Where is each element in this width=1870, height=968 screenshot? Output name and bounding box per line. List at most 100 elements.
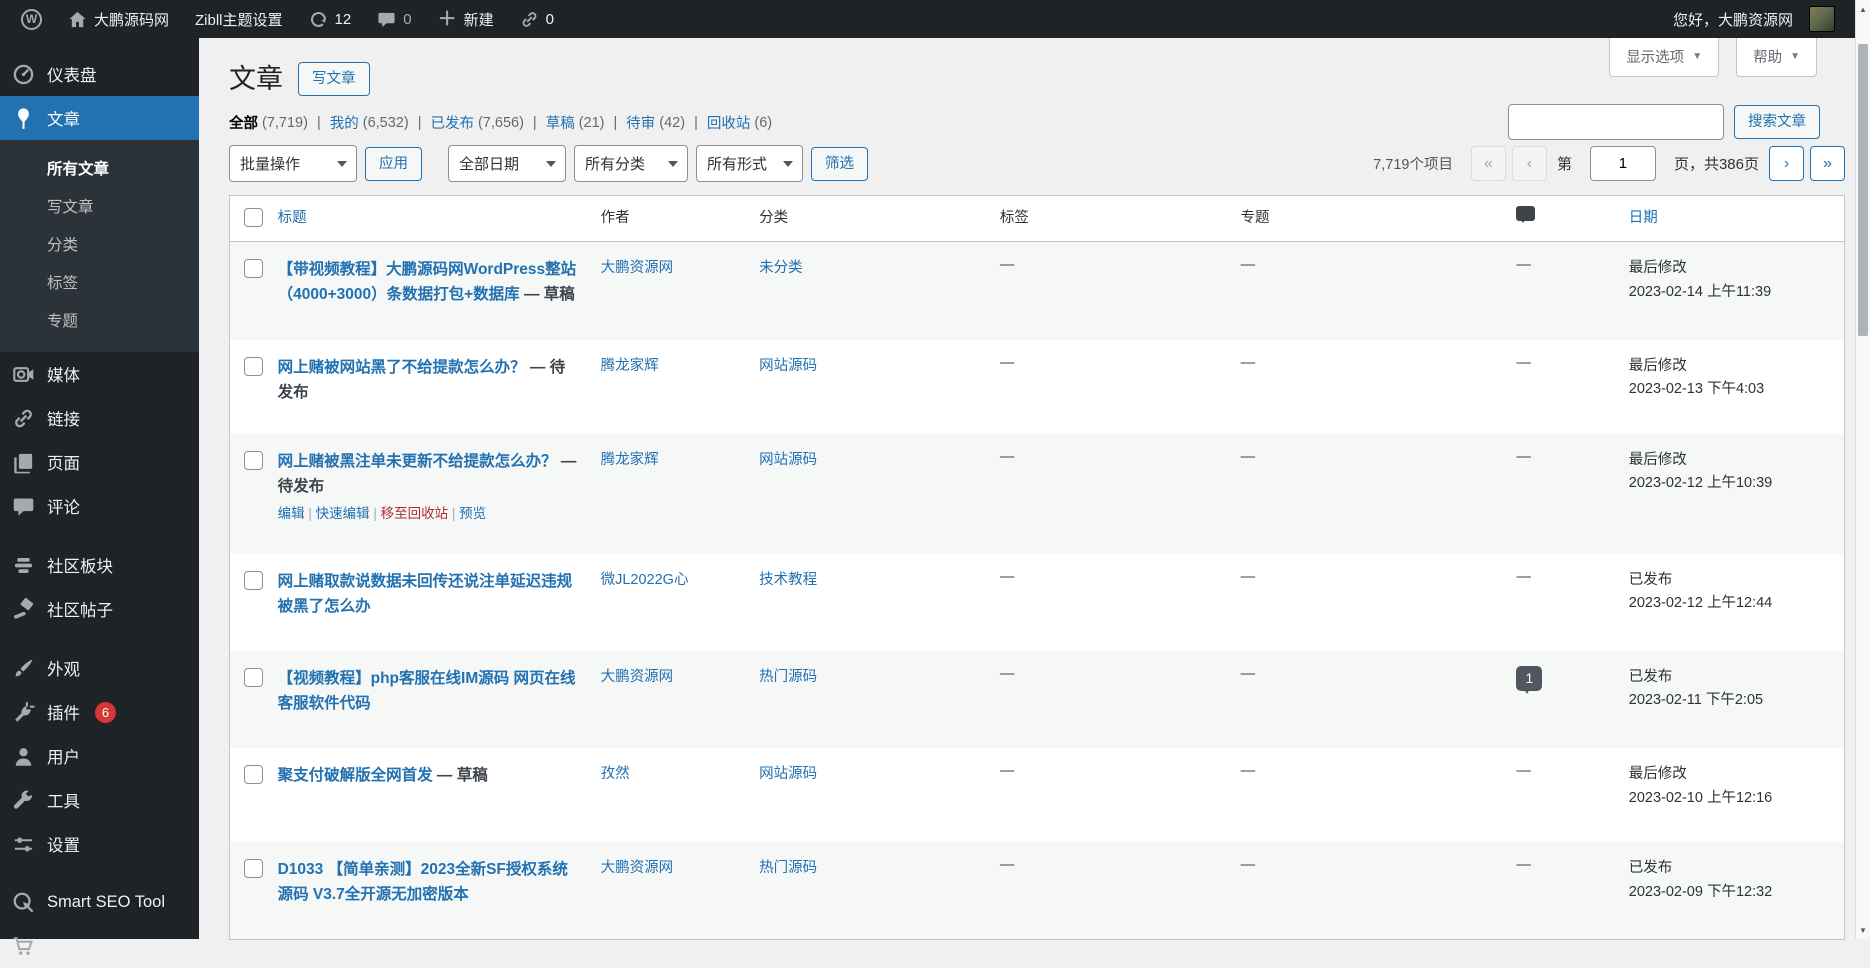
category-filter-select[interactable]: 所有分类 [574,145,688,182]
category-link[interactable]: 技术教程 [759,572,817,588]
add-new-post-button[interactable]: 写文章 [298,62,370,96]
search-posts-button[interactable]: 搜索文章 [1734,105,1820,139]
posts-table: 标题 作者 分类 标签 专题 日期 【带视频教程】大鹏源码网WordPress整… [229,195,1845,940]
view-已发布[interactable]: 已发布 [430,112,474,133]
settings-icon [12,833,35,856]
sidebar-item-页面[interactable]: 页面 [0,440,199,484]
author-link[interactable]: 微JL2022G心 [601,572,689,588]
submenu-item-所有文章[interactable]: 所有文章 [0,149,199,187]
format-filter-select[interactable]: 所有形式 [696,145,803,182]
wp-logo[interactable]: W [8,0,55,38]
filter-button[interactable]: 筛选 [811,147,868,181]
view-我的[interactable]: 我的 [330,112,359,133]
current-page-input[interactable] [1590,146,1656,181]
post-title-link[interactable]: 网上赌取款说数据未回传还说注单延迟违规被黑了怎么办 [278,573,573,615]
author-link[interactable]: 大鹏资源网 [601,669,674,685]
column-category: 分类 [749,196,990,242]
items-count: 7,719个项目 [1373,153,1453,174]
sidebar-item-文章[interactable]: 文章 [0,96,199,140]
links-menu[interactable]: 0 [507,0,567,38]
screen-options-toggle[interactable]: 显示选项 ▼ [1609,38,1719,77]
sidebar-item-用户[interactable]: 用户 [0,734,199,778]
submenu-item-写文章[interactable]: 写文章 [0,187,199,225]
topic-value: — [1241,257,1256,273]
row-action-快速编辑[interactable]: 快速编辑 [316,506,370,521]
topic-cell: — [1231,434,1507,554]
site-name-menu[interactable]: 大鹏源码网 [55,0,182,38]
author-cell: 大鹏资源网 [591,242,749,340]
author-link[interactable]: 大鹏资源网 [601,260,674,276]
prev-page-button[interactable]: ‹ [1512,146,1547,181]
row-action-预览[interactable]: 预览 [459,506,486,521]
sidebar-item-链接[interactable]: 链接 [0,396,199,440]
sidebar-item-Zibll商城[interactable]: Zibll商城 [0,924,199,968]
column-date[interactable]: 日期 [1619,196,1845,242]
row-checkbox[interactable] [244,859,263,878]
submenu-item-标签[interactable]: 标签 [0,263,199,301]
author-link[interactable]: 腾龙家辉 [601,452,659,468]
category-link[interactable]: 网站源码 [759,766,817,782]
updates-menu[interactable]: 12 [296,0,365,38]
author-link[interactable]: 腾龙家辉 [601,358,659,374]
category-link[interactable]: 网站源码 [759,358,817,374]
view-草稿[interactable]: 草稿 [546,112,575,133]
sidebar-item-插件[interactable]: 插件6 [0,690,199,734]
view-全部[interactable]: 全部 [229,112,258,133]
next-page-button[interactable]: › [1769,146,1804,181]
category-link[interactable]: 热门源码 [759,860,817,876]
bulk-actions-select[interactable]: 批量操作 [229,145,357,182]
date-filter-select[interactable]: 全部日期 [448,145,566,182]
row-checkbox[interactable] [244,259,263,278]
help-toggle[interactable]: 帮助 ▼ [1736,38,1817,77]
submenu-item-分类[interactable]: 分类 [0,225,199,263]
comments-menu[interactable]: 0 [364,0,424,38]
sidebar-item-评论[interactable]: 评论 [0,484,199,528]
search-input[interactable] [1508,104,1724,140]
row-checkbox[interactable] [244,571,263,590]
row-checkbox[interactable] [244,451,263,470]
sidebar-item-工具[interactable]: 工具 [0,778,199,822]
post-title-link[interactable]: D1033 【简单亲测】2023全新SF授权系统源码 V3.7全开源无加密版本 [278,861,568,903]
sidebar-item-Smart SEO Tool[interactable]: Smart SEO Tool [0,881,199,924]
row-checkbox[interactable] [244,357,263,376]
date-filter-value: 全部日期 [459,153,519,174]
zibll-theme-menu[interactable]: Zibll主题设置 [182,0,296,38]
post-title-link[interactable]: 网上赌被网站黑了不给提款怎么办？ [278,359,526,376]
category-link[interactable]: 未分类 [759,260,803,276]
column-title[interactable]: 标题 [268,196,591,242]
author-link[interactable]: 大鹏资源网 [601,860,674,876]
pagination: « ‹ 第 页，共386页 › » [1471,146,1845,181]
row-checkbox[interactable] [244,765,263,784]
sidebar-item-仪表盘[interactable]: 仪表盘 [0,52,199,96]
row-action-移至回收站[interactable]: 移至回收站 [381,506,449,521]
author-link[interactable]: 孜然 [601,766,630,782]
sidebar-item-社区板块[interactable]: 社区板块 [0,543,199,587]
sidebar-item-媒体[interactable]: 媒体 [0,352,199,396]
submenu-item-专题[interactable]: 专题 [0,301,199,339]
comment-count-bubble[interactable]: 1 [1516,666,1542,691]
author-cell: 腾龙家辉 [591,434,749,554]
my-account-menu[interactable]: 您好，大鹏资源网 [1660,0,1848,38]
sidebar-item-社区帖子[interactable]: 社区帖子 [0,587,199,631]
new-content-menu[interactable]: ＋ 新建 [425,0,507,38]
select-all-checkbox[interactable] [244,208,263,227]
category-link[interactable]: 网站源码 [759,452,817,468]
post-title-link[interactable]: 网上赌被黑注单未更新不给提款怎么办？ [278,453,557,470]
sidebar-item-外观[interactable]: 外观 [0,646,199,690]
scroll-up-icon[interactable]: ▲ [1856,0,1870,18]
last-page-button[interactable]: » [1810,146,1845,181]
post-title-link[interactable]: 【视频教程】php客服在线IM源码 网页在线客服软件代码 [278,670,576,712]
apply-button[interactable]: 应用 [365,147,422,181]
scrollbar-thumb[interactable] [1858,44,1868,336]
sidebar-item-设置[interactable]: 设置 [0,822,199,866]
view-待审[interactable]: 待审 [626,112,655,133]
row-action-编辑[interactable]: 编辑 [278,506,305,521]
row-checkbox[interactable] [244,668,263,687]
first-page-button[interactable]: « [1471,146,1506,181]
vertical-scrollbar[interactable]: ▲ ▼ [1855,0,1870,939]
post-title-link[interactable]: 聚支付破解版全网首发 [278,767,433,784]
scroll-down-icon[interactable]: ▼ [1856,921,1870,939]
category-link[interactable]: 热门源码 [759,669,817,685]
date-cell: 已发布2023-02-12 上午12:44 [1619,554,1845,651]
view-回收站[interactable]: 回收站 [707,112,751,133]
